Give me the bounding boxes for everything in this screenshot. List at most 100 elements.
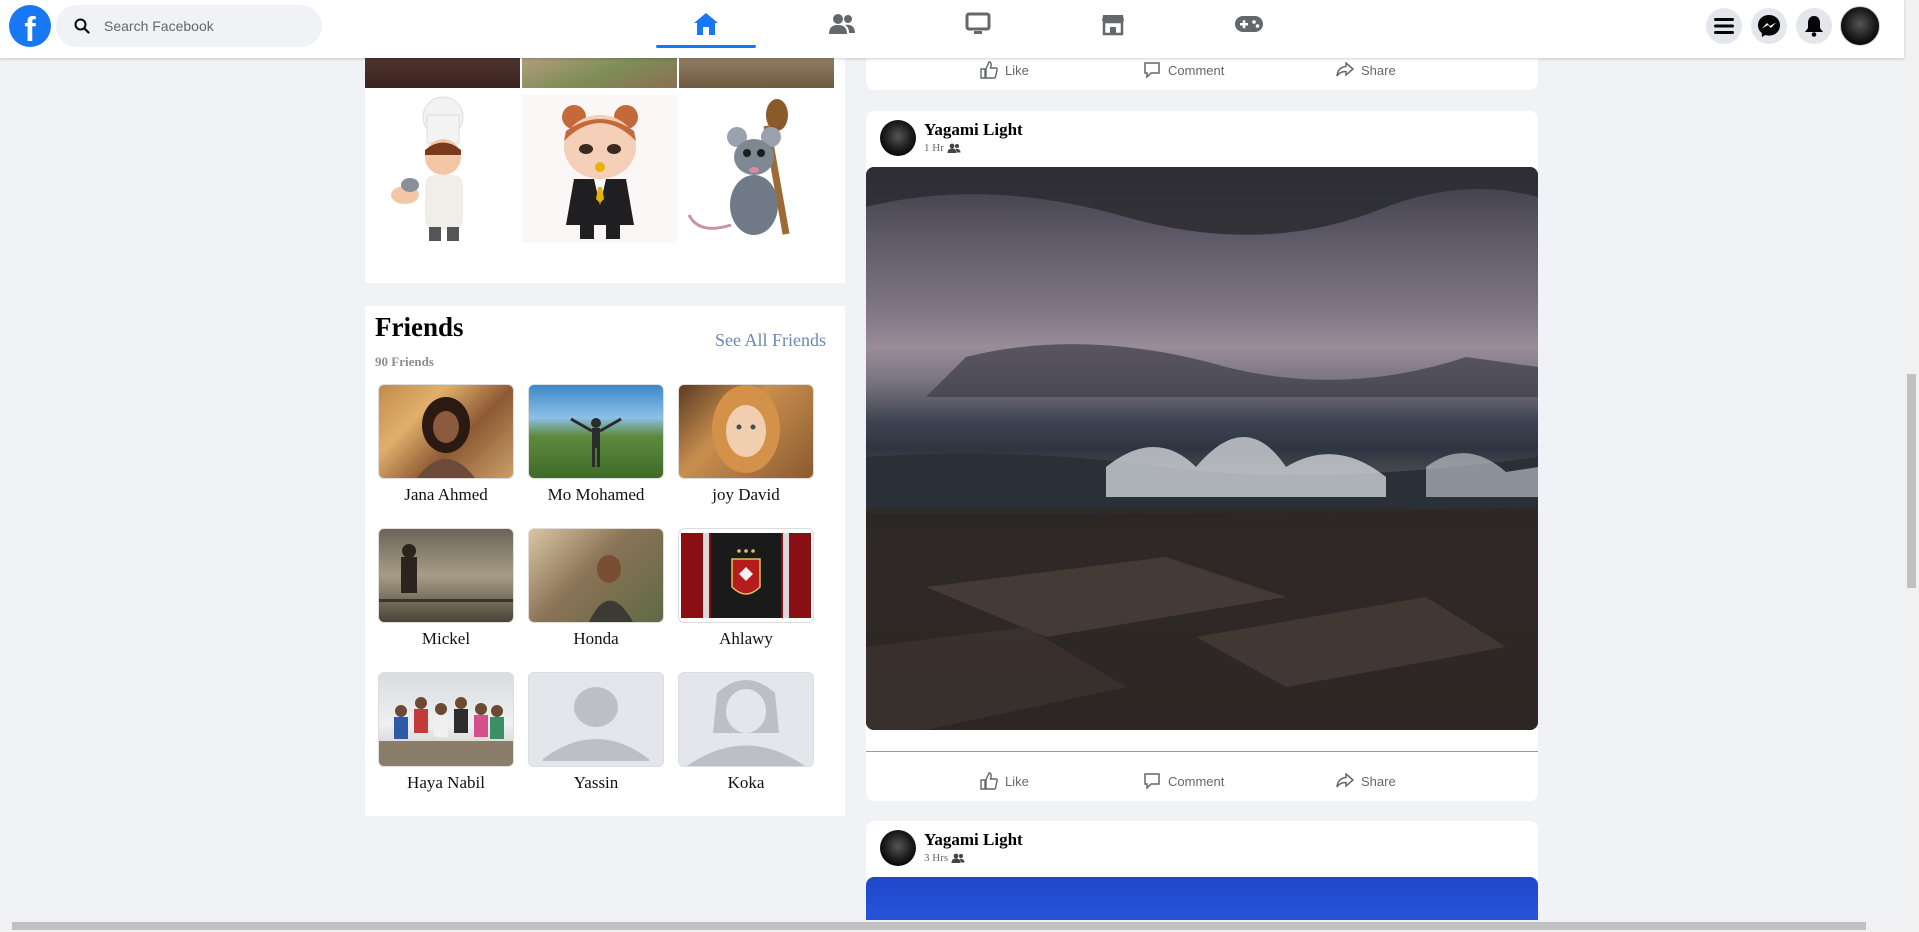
photo-thumbnail[interactable] [679, 95, 834, 243]
tab-marketplace[interactable] [1063, 0, 1163, 48]
photo-thumbnail[interactable] [365, 95, 520, 243]
friend-card[interactable]: Jana Ahmed [378, 384, 514, 505]
friend-card[interactable]: Yassin [528, 672, 664, 793]
tab-watch[interactable] [928, 0, 1028, 48]
friends-count: 90 Friends [375, 354, 434, 369]
person-silhouette [589, 555, 633, 622]
group-photo [379, 697, 513, 766]
friend-photo[interactable] [678, 384, 814, 479]
friend-photo[interactable] [378, 672, 514, 767]
friends-icon [829, 14, 855, 34]
like-icon [980, 772, 998, 790]
chef-illustration [391, 96, 464, 241]
post-actions: Like Comment Share [866, 761, 1538, 801]
rat-illustration [687, 99, 790, 235]
post-image[interactable] [866, 877, 1538, 920]
friend-photo[interactable] [678, 672, 814, 767]
friend-card[interactable]: Mickel [378, 528, 514, 649]
post-image-sea-storm[interactable] [866, 167, 1538, 730]
search-box[interactable] [56, 5, 322, 47]
friend-card[interactable]: Honda [528, 528, 664, 649]
sea-waves-illustration [866, 167, 1538, 730]
friend-card[interactable]: Mo Mohamed [528, 384, 664, 505]
share-label: Share [1361, 773, 1396, 789]
post-author-avatar[interactable] [880, 120, 916, 156]
horizontal-scrollbar[interactable] [0, 920, 1904, 932]
like-icon [980, 61, 998, 79]
facebook-logo[interactable]: f [9, 5, 51, 47]
post-card: Yagami Light 1 Hr Like Comment Share [866, 111, 1538, 801]
marketplace-icon [1102, 15, 1124, 36]
person-silhouette [570, 417, 622, 467]
person-silhouette [712, 385, 780, 473]
like-label: Like [1005, 773, 1029, 789]
vertical-scrollbar-thumb[interactable] [1907, 374, 1916, 588]
post-card: Yagami Light 3 Hrs [866, 821, 1538, 920]
post-timestamp[interactable]: 1 Hr [924, 142, 961, 154]
friend-photo[interactable] [528, 528, 664, 623]
friends-audience-icon [951, 854, 965, 864]
post-timestamp[interactable]: 3 Hrs [924, 852, 965, 864]
default-avatar-male [543, 687, 649, 761]
friend-card[interactable]: joy David [678, 384, 814, 505]
friend-photo[interactable] [528, 384, 664, 479]
friend-photo[interactable] [378, 384, 514, 479]
friend-name[interactable]: Mo Mohamed [528, 485, 664, 505]
profile-avatar[interactable] [1840, 6, 1880, 46]
friend-name[interactable]: Honda [528, 629, 664, 649]
friends-title: Friends [375, 312, 464, 342]
messenger-icon [1758, 15, 1780, 37]
default-avatar-female [687, 680, 805, 766]
photo-thumbnail[interactable] [522, 95, 677, 243]
comment-button[interactable]: Comment [1143, 761, 1224, 801]
home-icon [694, 13, 718, 35]
post-author-name[interactable]: Yagami Light [924, 830, 1023, 850]
friends-audience-icon [947, 144, 961, 154]
post-time-text: 3 Hrs [924, 852, 949, 864]
tab-home[interactable] [656, 0, 756, 48]
like-label: Like [1005, 62, 1029, 78]
cartoon-girl-illustration [562, 105, 638, 239]
friend-name[interactable]: Haya Nabil [378, 773, 514, 793]
share-label: Share [1361, 62, 1396, 78]
photos-card [365, 40, 845, 283]
comment-icon [1144, 773, 1160, 790]
friend-name[interactable]: Jana Ahmed [378, 485, 514, 505]
post-author-name[interactable]: Yagami Light [924, 120, 1023, 140]
friend-card[interactable]: Koka [678, 672, 814, 793]
friend-name[interactable]: Yassin [528, 773, 664, 793]
watch-icon [965, 12, 991, 34]
friend-photo[interactable] [378, 528, 514, 623]
menu-icon [1714, 18, 1734, 34]
comment-label: Comment [1168, 62, 1225, 78]
tab-gaming[interactable] [1199, 0, 1299, 48]
post-divider [866, 751, 1538, 752]
like-button[interactable]: Like [980, 761, 1029, 801]
messenger-button[interactable] [1751, 8, 1787, 44]
tab-friends[interactable] [792, 0, 892, 48]
post-author-avatar[interactable] [880, 830, 916, 866]
gaming-icon [1235, 16, 1263, 32]
notifications-button[interactable] [1796, 8, 1832, 44]
see-all-friends-link[interactable]: See All Friends [715, 330, 826, 351]
comment-label: Comment [1168, 773, 1225, 789]
friend-name[interactable]: Ahlawy [678, 629, 814, 649]
notifications-icon [1805, 16, 1823, 37]
share-icon [1336, 62, 1354, 77]
horizontal-scrollbar-thumb[interactable] [12, 922, 1866, 930]
share-icon [1336, 773, 1354, 788]
comment-icon [1144, 62, 1160, 79]
top-navigation-bar: f [0, 0, 1904, 58]
friend-name[interactable]: joy David [678, 485, 814, 505]
friend-photo[interactable] [678, 528, 814, 623]
search-icon [74, 18, 90, 34]
friend-name[interactable]: Koka [678, 773, 814, 793]
share-button[interactable]: Share [1336, 761, 1396, 801]
friend-card[interactable]: Haya Nabil [378, 672, 514, 793]
friend-photo[interactable] [528, 672, 664, 767]
friend-card[interactable]: Ahlawy [678, 528, 814, 649]
menu-button[interactable] [1706, 8, 1742, 44]
vertical-scrollbar[interactable] [1904, 0, 1919, 932]
friend-name[interactable]: Mickel [378, 629, 514, 649]
search-input[interactable] [102, 17, 306, 35]
